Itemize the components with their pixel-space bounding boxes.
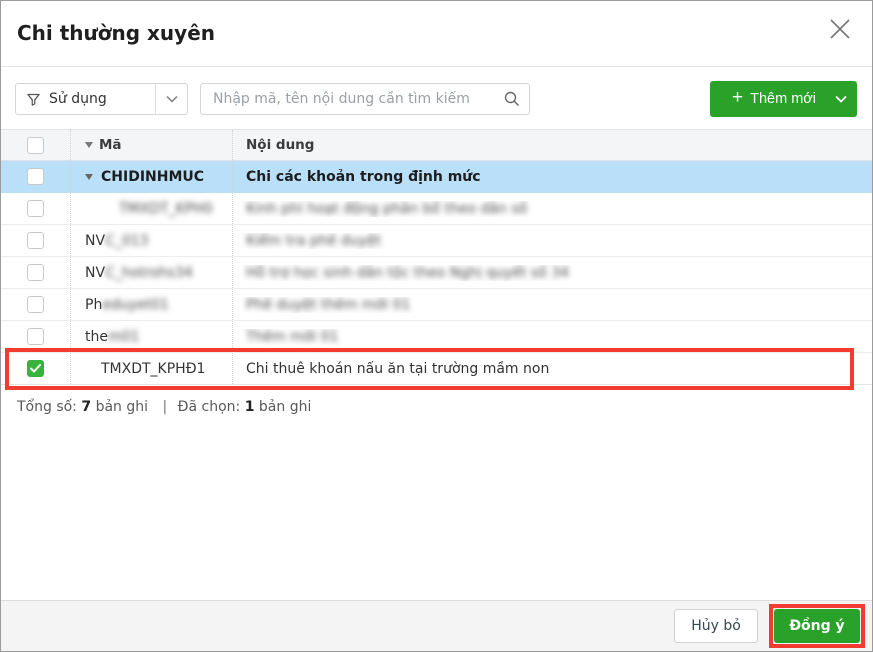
search-input[interactable] — [201, 84, 495, 114]
table-row-selected[interactable]: TMXDT_KPHĐ1 Chi thuê khoán nấu ăn tại tr… — [1, 353, 872, 385]
row-content-blurred: Kiểm tra phê duyệt — [246, 233, 381, 249]
close-button[interactable] — [822, 13, 858, 49]
row-content-blurred: Thêm mới 01 — [246, 329, 338, 345]
add-new-button[interactable]: + Thêm mới — [710, 81, 857, 117]
row-checkbox[interactable] — [27, 296, 44, 313]
header-checkbox-cell — [1, 130, 71, 160]
modal-chi-thuong-xuyen: Chi thường xuyên Sử dụng — [0, 0, 873, 652]
header-content[interactable]: Nội dung — [233, 137, 872, 153]
summary-separator: | — [162, 399, 167, 415]
page-title: Chi thường xuyên — [17, 21, 215, 45]
search-box — [200, 83, 530, 115]
row-content-blurred: Phê duyệt thêm mới 01 — [246, 297, 410, 313]
records-table: Mã Nội dung CHIDINHMUC Chi các khoản tro… — [1, 129, 872, 385]
chevron-down-icon — [166, 91, 178, 107]
selected-label: Đã chọn: — [178, 399, 241, 415]
total-unit: bản ghi — [96, 399, 148, 415]
table-row[interactable]: TMXDT_KPH0 Kinh phí hoạt động phân bổ th… — [1, 193, 872, 225]
add-new-menu-button[interactable] — [825, 91, 857, 107]
chevron-down-icon — [835, 91, 847, 107]
row-code: NV — [85, 233, 105, 249]
modal-titlebar: Chi thường xuyên — [1, 1, 872, 67]
row-content-blurred: Kinh phí hoạt động phân bổ theo dân số — [246, 201, 527, 217]
row-code-blurred: C_013 — [105, 233, 149, 249]
close-icon — [827, 16, 853, 46]
row-content: Chi các khoản trong định mức — [233, 169, 872, 185]
table-row-group[interactable]: CHIDINHMUC Chi các khoản trong định mức — [1, 161, 872, 193]
filter-expand-button[interactable] — [155, 84, 187, 114]
row-code: TMXDT_KPHĐ1 — [101, 361, 205, 377]
row-content: Chi thuê khoán nấu ăn tại trường mầm non — [233, 361, 872, 377]
row-content-blurred: Hỗ trợ học sinh dân tộc theo Nghị quyết … — [246, 265, 569, 281]
header-code[interactable]: Mã — [71, 130, 233, 160]
row-code: Ph — [85, 297, 102, 313]
table-row[interactable]: NVC_hotrohs34 Hỗ trợ học sinh dân tộc th… — [1, 257, 872, 289]
row-checkbox[interactable] — [27, 232, 44, 249]
annotation-highlight-confirm: Đồng ý — [769, 604, 865, 648]
toolbar: Sử dụng + Thêm mới — [1, 67, 872, 129]
table-row[interactable]: NVC_013 Kiểm tra phê duyệt — [1, 225, 872, 257]
row-checkbox[interactable] — [27, 264, 44, 281]
table-row[interactable]: Pheduyet01 Phê duyệt thêm mới 01 — [1, 289, 872, 321]
plus-icon: + — [732, 87, 743, 109]
total-label: Tổng số: — [17, 399, 77, 415]
row-checkbox-checked[interactable] — [27, 360, 44, 377]
filter-icon — [16, 92, 41, 107]
collapse-icon[interactable] — [85, 174, 93, 180]
selected-count: 1 — [245, 399, 255, 415]
row-checkbox[interactable] — [27, 328, 44, 345]
add-new-label: Thêm mới — [750, 91, 825, 107]
row-code-blurred: TMXDT_KPH0 — [119, 201, 213, 217]
row-code: NV — [85, 265, 105, 281]
row-code-blurred: m01 — [108, 329, 139, 345]
row-code: CHIDINHMUC — [101, 169, 204, 185]
row-checkbox[interactable] — [27, 168, 44, 185]
selected-unit: bản ghi — [259, 399, 311, 415]
filter-dropdown[interactable]: Sử dụng — [15, 83, 188, 115]
row-code: the — [85, 329, 108, 345]
cancel-button[interactable]: Hủy bỏ — [674, 609, 758, 643]
row-checkbox[interactable] — [27, 200, 44, 217]
total-count: 7 — [81, 399, 91, 415]
row-code-blurred: C_hotrohs34 — [105, 265, 193, 281]
table-row[interactable]: them01 Thêm mới 01 — [1, 321, 872, 353]
search-icon[interactable] — [495, 91, 529, 107]
records-summary: Tổng số: 7 bản ghi | Đã chọn: 1 bản ghi — [17, 399, 856, 415]
check-icon — [30, 361, 41, 377]
select-all-checkbox[interactable] — [27, 137, 44, 154]
row-code-blurred: eduyet01 — [102, 297, 169, 313]
confirm-button[interactable]: Đồng ý — [774, 609, 860, 643]
filter-label: Sử dụng — [41, 91, 155, 107]
sort-desc-icon — [85, 142, 93, 148]
modal-footer: Hủy bỏ Đồng ý — [1, 600, 872, 651]
table-header-row: Mã Nội dung — [1, 129, 872, 161]
